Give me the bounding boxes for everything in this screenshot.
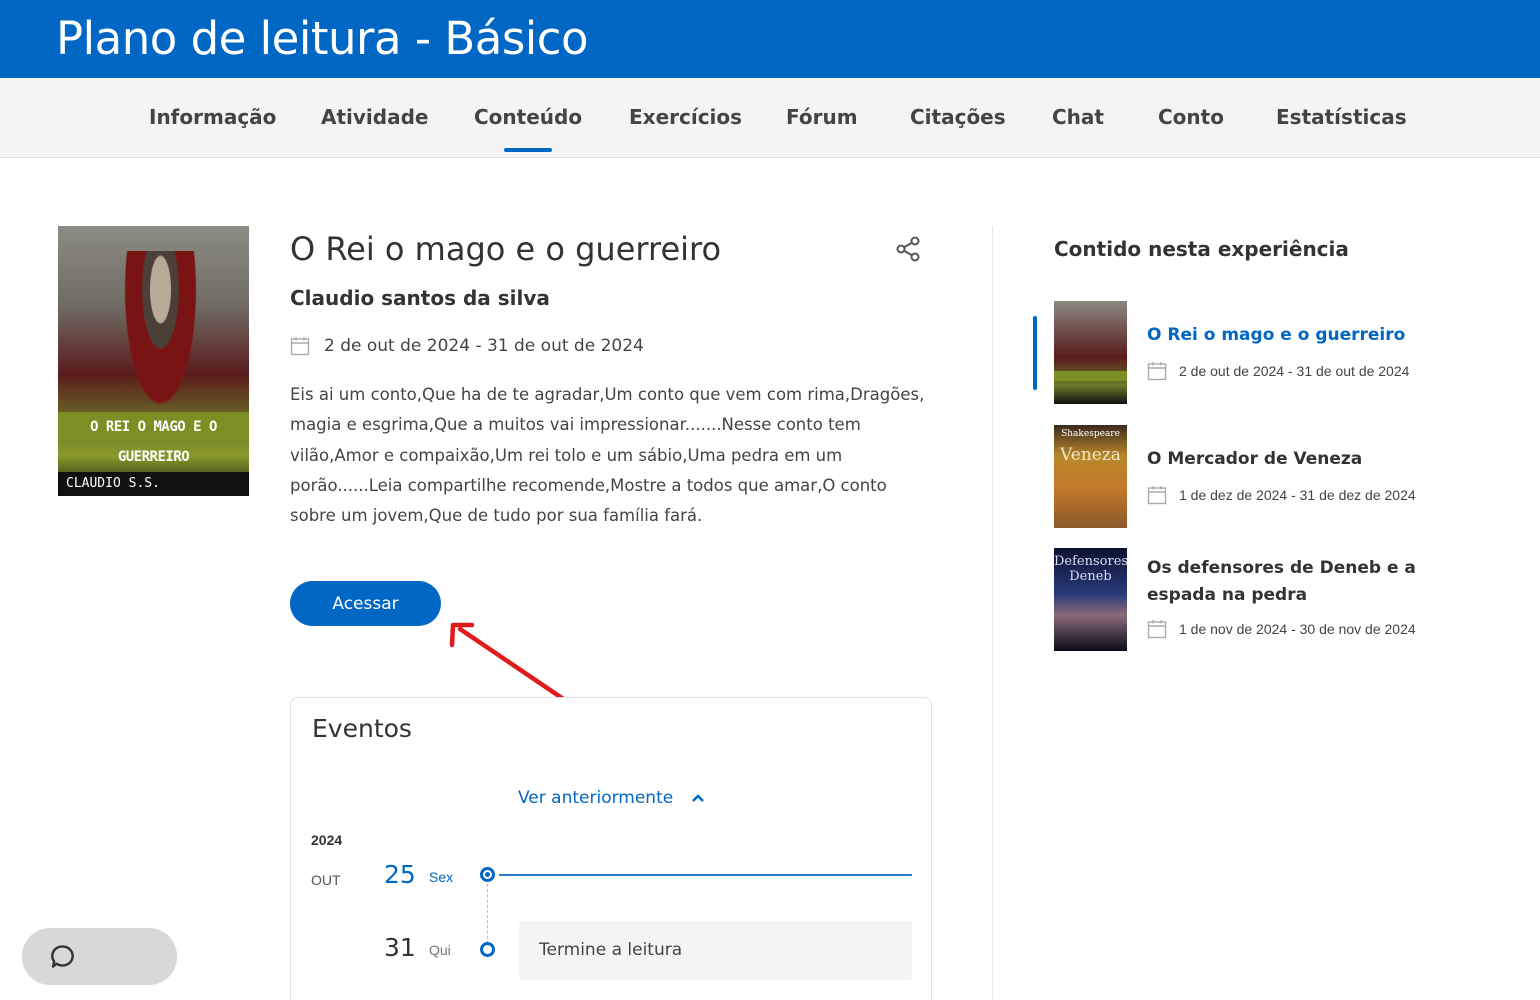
sidebar-item-dates-text: 1 de nov de 2024 - 30 de nov de 2024	[1179, 621, 1416, 637]
chat-button[interactable]	[22, 928, 177, 985]
share-icon[interactable]	[894, 235, 922, 263]
column-divider	[992, 226, 993, 1000]
sidebar-item-title: Os defensores de Deneb e a espada na ped…	[1147, 558, 1416, 605]
sidebar-item-dates: 1 de nov de 2024 - 30 de nov de 2024	[1147, 619, 1416, 639]
chat-bubble-icon	[51, 945, 74, 968]
events-title: Eventos	[312, 714, 412, 743]
page-title: Plano de leitura - Básico	[56, 12, 589, 65]
thumbnail-author: Shakespeare	[1061, 429, 1120, 439]
book-thumbnail: Defensores Deneb	[1054, 548, 1127, 651]
events-month: OUT	[311, 872, 341, 888]
sidebar-item-dates: 2 de out de 2024 - 31 de out de 2024	[1147, 361, 1409, 381]
event-task[interactable]: Termine a leitura	[519, 921, 912, 980]
tab-bar: Informação Atividade Conteúdo Exercícios…	[0, 78, 1540, 158]
events-card: Eventos Ver anteriormente 2024 OUT 25 Se…	[290, 697, 932, 1000]
tab-atividade[interactable]: Atividade	[321, 105, 428, 129]
tab-informacao[interactable]: Informação	[149, 105, 276, 129]
sidebar-item-deneb[interactable]: Defensores Deneb Os defensores de Deneb …	[1054, 548, 1474, 652]
thumbnail-title: Defensores Deneb	[1054, 554, 1127, 584]
book-dates: 2 de out de 2024 - 31 de out de 2024	[290, 336, 644, 356]
book-dates-text: 2 de out de 2024 - 31 de out de 2024	[324, 336, 644, 356]
see-earlier-label: Ver anteriormente	[518, 788, 674, 808]
tab-estatisticas[interactable]: Estatísticas	[1276, 105, 1407, 129]
event-day-name: Qui	[429, 942, 451, 958]
sidebar-item-dates: 1 de dez de 2024 - 31 de dez de 2024	[1147, 485, 1416, 505]
tab-conteudo[interactable]: Conteúdo	[474, 105, 582, 129]
sidebar-item-title: O Mercador de Veneza	[1147, 449, 1363, 469]
sidebar-item-title: O Rei o mago e o guerreiro	[1147, 325, 1406, 345]
timeline-dot-current	[480, 867, 495, 882]
timeline-dot	[480, 942, 495, 957]
events-year: 2024	[311, 832, 343, 848]
book-title: O Rei o mago e o guerreiro	[290, 230, 722, 268]
sidebar-item-dates-text: 2 de out de 2024 - 31 de out de 2024	[1179, 363, 1410, 379]
cover-knight-illustration	[118, 251, 203, 426]
tab-conto[interactable]: Conto	[1158, 105, 1224, 129]
calendar-icon	[1147, 361, 1167, 381]
event-day-number: 25	[384, 860, 416, 889]
tab-chat[interactable]: Chat	[1052, 105, 1104, 129]
sidebar-title: Contido nesta experiência	[1054, 237, 1349, 261]
event-day-number: 31	[384, 933, 416, 962]
book-thumbnail: Shakespeare Veneza	[1054, 425, 1127, 528]
book-cover: O REI O MAGO E O GUERREIRO CLAUDIO S.S.	[58, 226, 249, 496]
sidebar-item-o-rei[interactable]: O Rei o mago e o guerreiro 2 de out de 2…	[1054, 301, 1474, 405]
event-day-name: Sex	[429, 869, 454, 885]
active-item-indicator	[1033, 316, 1037, 390]
book-description: Eis ai um conto,Que ha de te agradar,Um …	[290, 385, 925, 526]
sidebar-item-dates-text: 1 de dez de 2024 - 31 de dez de 2024	[1179, 487, 1416, 503]
book-author: Claudio santos da silva	[290, 286, 550, 310]
thumbnail-title: Veneza	[1060, 445, 1121, 465]
book-thumbnail	[1054, 301, 1127, 404]
timeline-connector	[487, 884, 488, 944]
cover-title: O REI O MAGO E O GUERREIRO	[58, 412, 249, 465]
chevron-up-icon	[691, 788, 705, 808]
sidebar-item-mercador[interactable]: Shakespeare Veneza O Mercador de Veneza …	[1054, 425, 1474, 529]
see-earlier-link[interactable]: Ver anteriormente	[518, 788, 705, 808]
calendar-icon	[1147, 485, 1167, 505]
tab-citacoes[interactable]: Citações	[910, 105, 1006, 129]
tab-forum[interactable]: Fórum	[786, 105, 858, 129]
calendar-icon	[290, 336, 310, 356]
cover-author: CLAUDIO S.S.	[58, 472, 249, 496]
tab-exercicios[interactable]: Exercícios	[629, 105, 742, 129]
access-button[interactable]: Acessar	[290, 581, 441, 626]
app-header: Plano de leitura - Básico	[0, 0, 1540, 78]
calendar-icon	[1147, 619, 1167, 639]
timeline-line	[499, 874, 912, 876]
